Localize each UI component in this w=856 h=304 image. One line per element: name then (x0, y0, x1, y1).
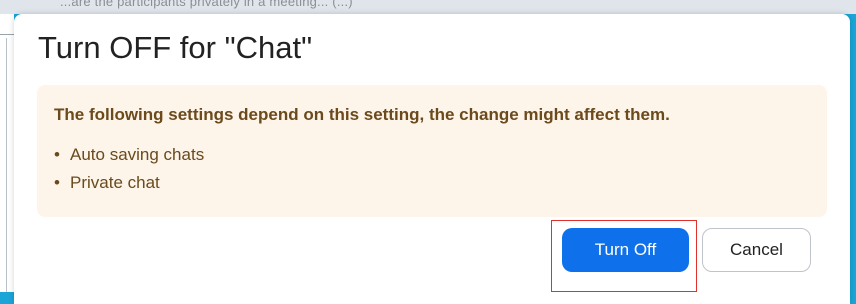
list-item-label: Private chat (70, 173, 160, 192)
background-page-text: ...are the participants privately in a m… (60, 0, 353, 9)
background-divider (0, 34, 14, 35)
background-left-panel (0, 14, 14, 292)
list-item: • Private chat (54, 169, 204, 197)
background-page-strip: ...are the participants privately in a m… (0, 0, 856, 14)
turn-off-button[interactable]: Turn Off (562, 228, 689, 272)
background-panel-border (6, 38, 7, 292)
dependent-settings-list: • Auto saving chats • Private chat (54, 141, 204, 197)
notice-heading: The following settings depend on this se… (54, 105, 670, 124)
dependency-notice: The following settings depend on this se… (37, 85, 827, 217)
bullet-icon: • (54, 145, 60, 164)
list-item: • Auto saving chats (54, 141, 204, 169)
bullet-icon: • (54, 173, 60, 192)
cancel-button[interactable]: Cancel (702, 228, 811, 272)
dialog-title: Turn OFF for "Chat" (38, 30, 313, 65)
list-item-label: Auto saving chats (70, 145, 205, 164)
